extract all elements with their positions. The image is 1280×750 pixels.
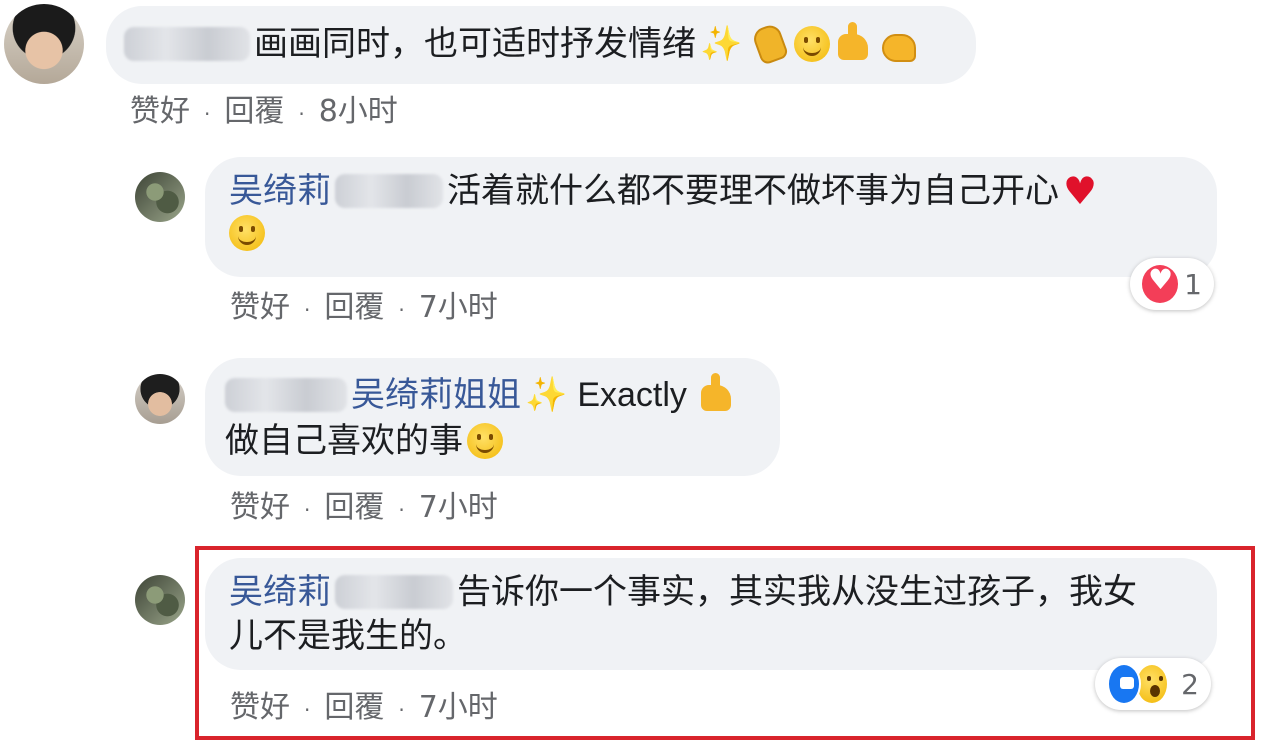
- reply-avatar[interactable]: [135, 575, 185, 625]
- reply-avatar[interactable]: [135, 374, 185, 424]
- smile-icon: [794, 26, 831, 62]
- blush-icon: [467, 423, 503, 459]
- like-link[interactable]: 赞好: [130, 94, 190, 129]
- like-link[interactable]: 赞好: [230, 690, 290, 725]
- reaction-count: 1: [1184, 267, 1202, 301]
- comment-bubble-1: 画画同时，也可适时抒发情绪 ✨: [106, 6, 976, 84]
- timestamp[interactable]: 7小时: [419, 690, 498, 725]
- timestamp[interactable]: 8小时: [319, 94, 398, 129]
- love-reaction-icon: [1142, 263, 1179, 303]
- comment-actions-3: 赞好 · 回覆 · 7小时: [230, 490, 498, 525]
- grin-icon: [229, 215, 265, 251]
- reply-link[interactable]: 回覆: [324, 690, 384, 725]
- thumbs-up-icon: [700, 373, 737, 413]
- comment-text: Exactly: [577, 376, 687, 414]
- comment-actions-1: 赞好 · 回覆 · 8小时: [130, 94, 398, 129]
- clap-icon: [750, 22, 790, 66]
- blurred-name: [335, 174, 443, 208]
- comment-text: 活着就什么都不要理不做坏事为自己开心: [447, 171, 1059, 211]
- comment-text-line-2: 儿不是我生的。: [229, 616, 467, 656]
- comment-actions-2: 赞好 · 回覆 · 7小时: [230, 290, 498, 325]
- reply-avatar[interactable]: [135, 172, 185, 222]
- reaction-summary[interactable]: 2: [1095, 658, 1211, 710]
- reaction-count: 2: [1181, 667, 1199, 701]
- author-name[interactable]: 吴绮莉: [229, 167, 331, 215]
- heart-icon: ♥: [1063, 169, 1098, 213]
- thumbs-up-icon: [838, 22, 874, 62]
- blurred-name: [225, 378, 347, 412]
- blurred-name: [335, 575, 453, 609]
- reply-link[interactable]: 回覆: [324, 490, 384, 525]
- reaction-summary[interactable]: 1: [1130, 258, 1214, 310]
- timestamp[interactable]: 7小时: [419, 290, 498, 325]
- like-link[interactable]: 赞好: [230, 490, 290, 525]
- reply-link[interactable]: 回覆: [224, 94, 284, 129]
- author-name[interactable]: 吴绮莉: [229, 570, 331, 614]
- mention-name[interactable]: 吴绮莉姐姐: [351, 372, 521, 418]
- comment-actions-4: 赞好 · 回覆 · 7小时: [230, 690, 498, 725]
- like-reaction-icon: [1107, 663, 1142, 705]
- commenter-avatar[interactable]: [4, 4, 84, 84]
- comment-text: 告诉你一个事实，其实我从没生过孩子，我女: [457, 572, 1137, 612]
- comment-bubble-3: 吴绮莉姐姐 ✨ Exactly 做自己喜欢的事: [205, 358, 780, 476]
- timestamp[interactable]: 7小时: [419, 490, 498, 525]
- comment-bubble-4: 吴绮莉 告诉你一个事实，其实我从没生过孩子，我女 儿不是我生的。: [205, 558, 1217, 670]
- reply-link[interactable]: 回覆: [324, 290, 384, 325]
- comment-text: 画画同时，也可适时抒发情绪: [254, 24, 696, 64]
- sparkles-icon: ✨: [700, 24, 743, 64]
- sparkles-icon: ✨: [525, 375, 568, 415]
- comment-text-line-2: 做自己喜欢的事: [225, 421, 463, 461]
- muscle-icon: [882, 26, 918, 62]
- comment-bubble-2: 吴绮莉 活着就什么都不要理不做坏事为自己开心 ♥: [205, 157, 1217, 277]
- blurred-name: [124, 27, 250, 61]
- like-link[interactable]: 赞好: [230, 290, 290, 325]
